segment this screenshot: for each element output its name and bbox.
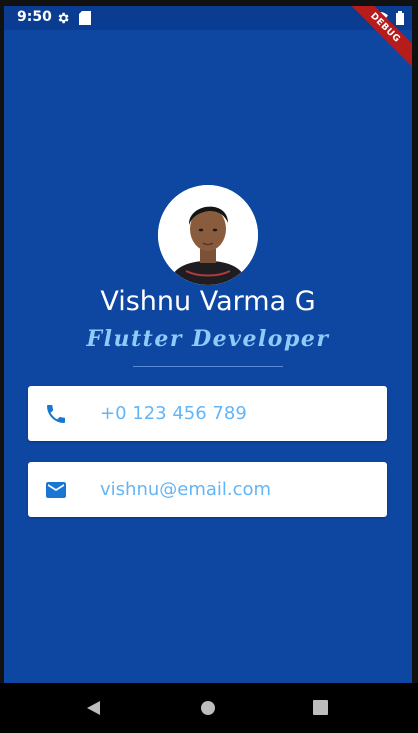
gear-icon — [56, 11, 70, 30]
sd-card-icon — [79, 11, 91, 30]
phone-card[interactable]: +0 123 456 789 — [28, 386, 387, 441]
phone-icon — [44, 402, 68, 426]
home-icon[interactable] — [200, 700, 216, 721]
profile-title: Flutter Developer — [86, 326, 330, 352]
email-icon — [44, 478, 68, 502]
back-icon[interactable] — [86, 700, 102, 721]
email-address: vishnu@email.com — [100, 479, 272, 500]
app-screen: 9:50 DEBUG Vishnu Varma G Flutter Develo… — [4, 6, 412, 683]
recents-icon[interactable] — [313, 700, 328, 720]
profile-name: Vishnu Varma G — [100, 286, 316, 317]
status-bar: 9:50 DEBUG — [4, 6, 412, 73]
email-card[interactable]: vishnu@email.com — [28, 462, 387, 517]
profile-avatar — [158, 185, 258, 285]
profile-photo — [158, 185, 258, 285]
battery-icon — [396, 11, 404, 30]
status-time: 9:50 — [17, 9, 52, 25]
phone-number: +0 123 456 789 — [100, 403, 247, 424]
system-nav-bar — [0, 683, 418, 733]
divider — [133, 366, 283, 367]
